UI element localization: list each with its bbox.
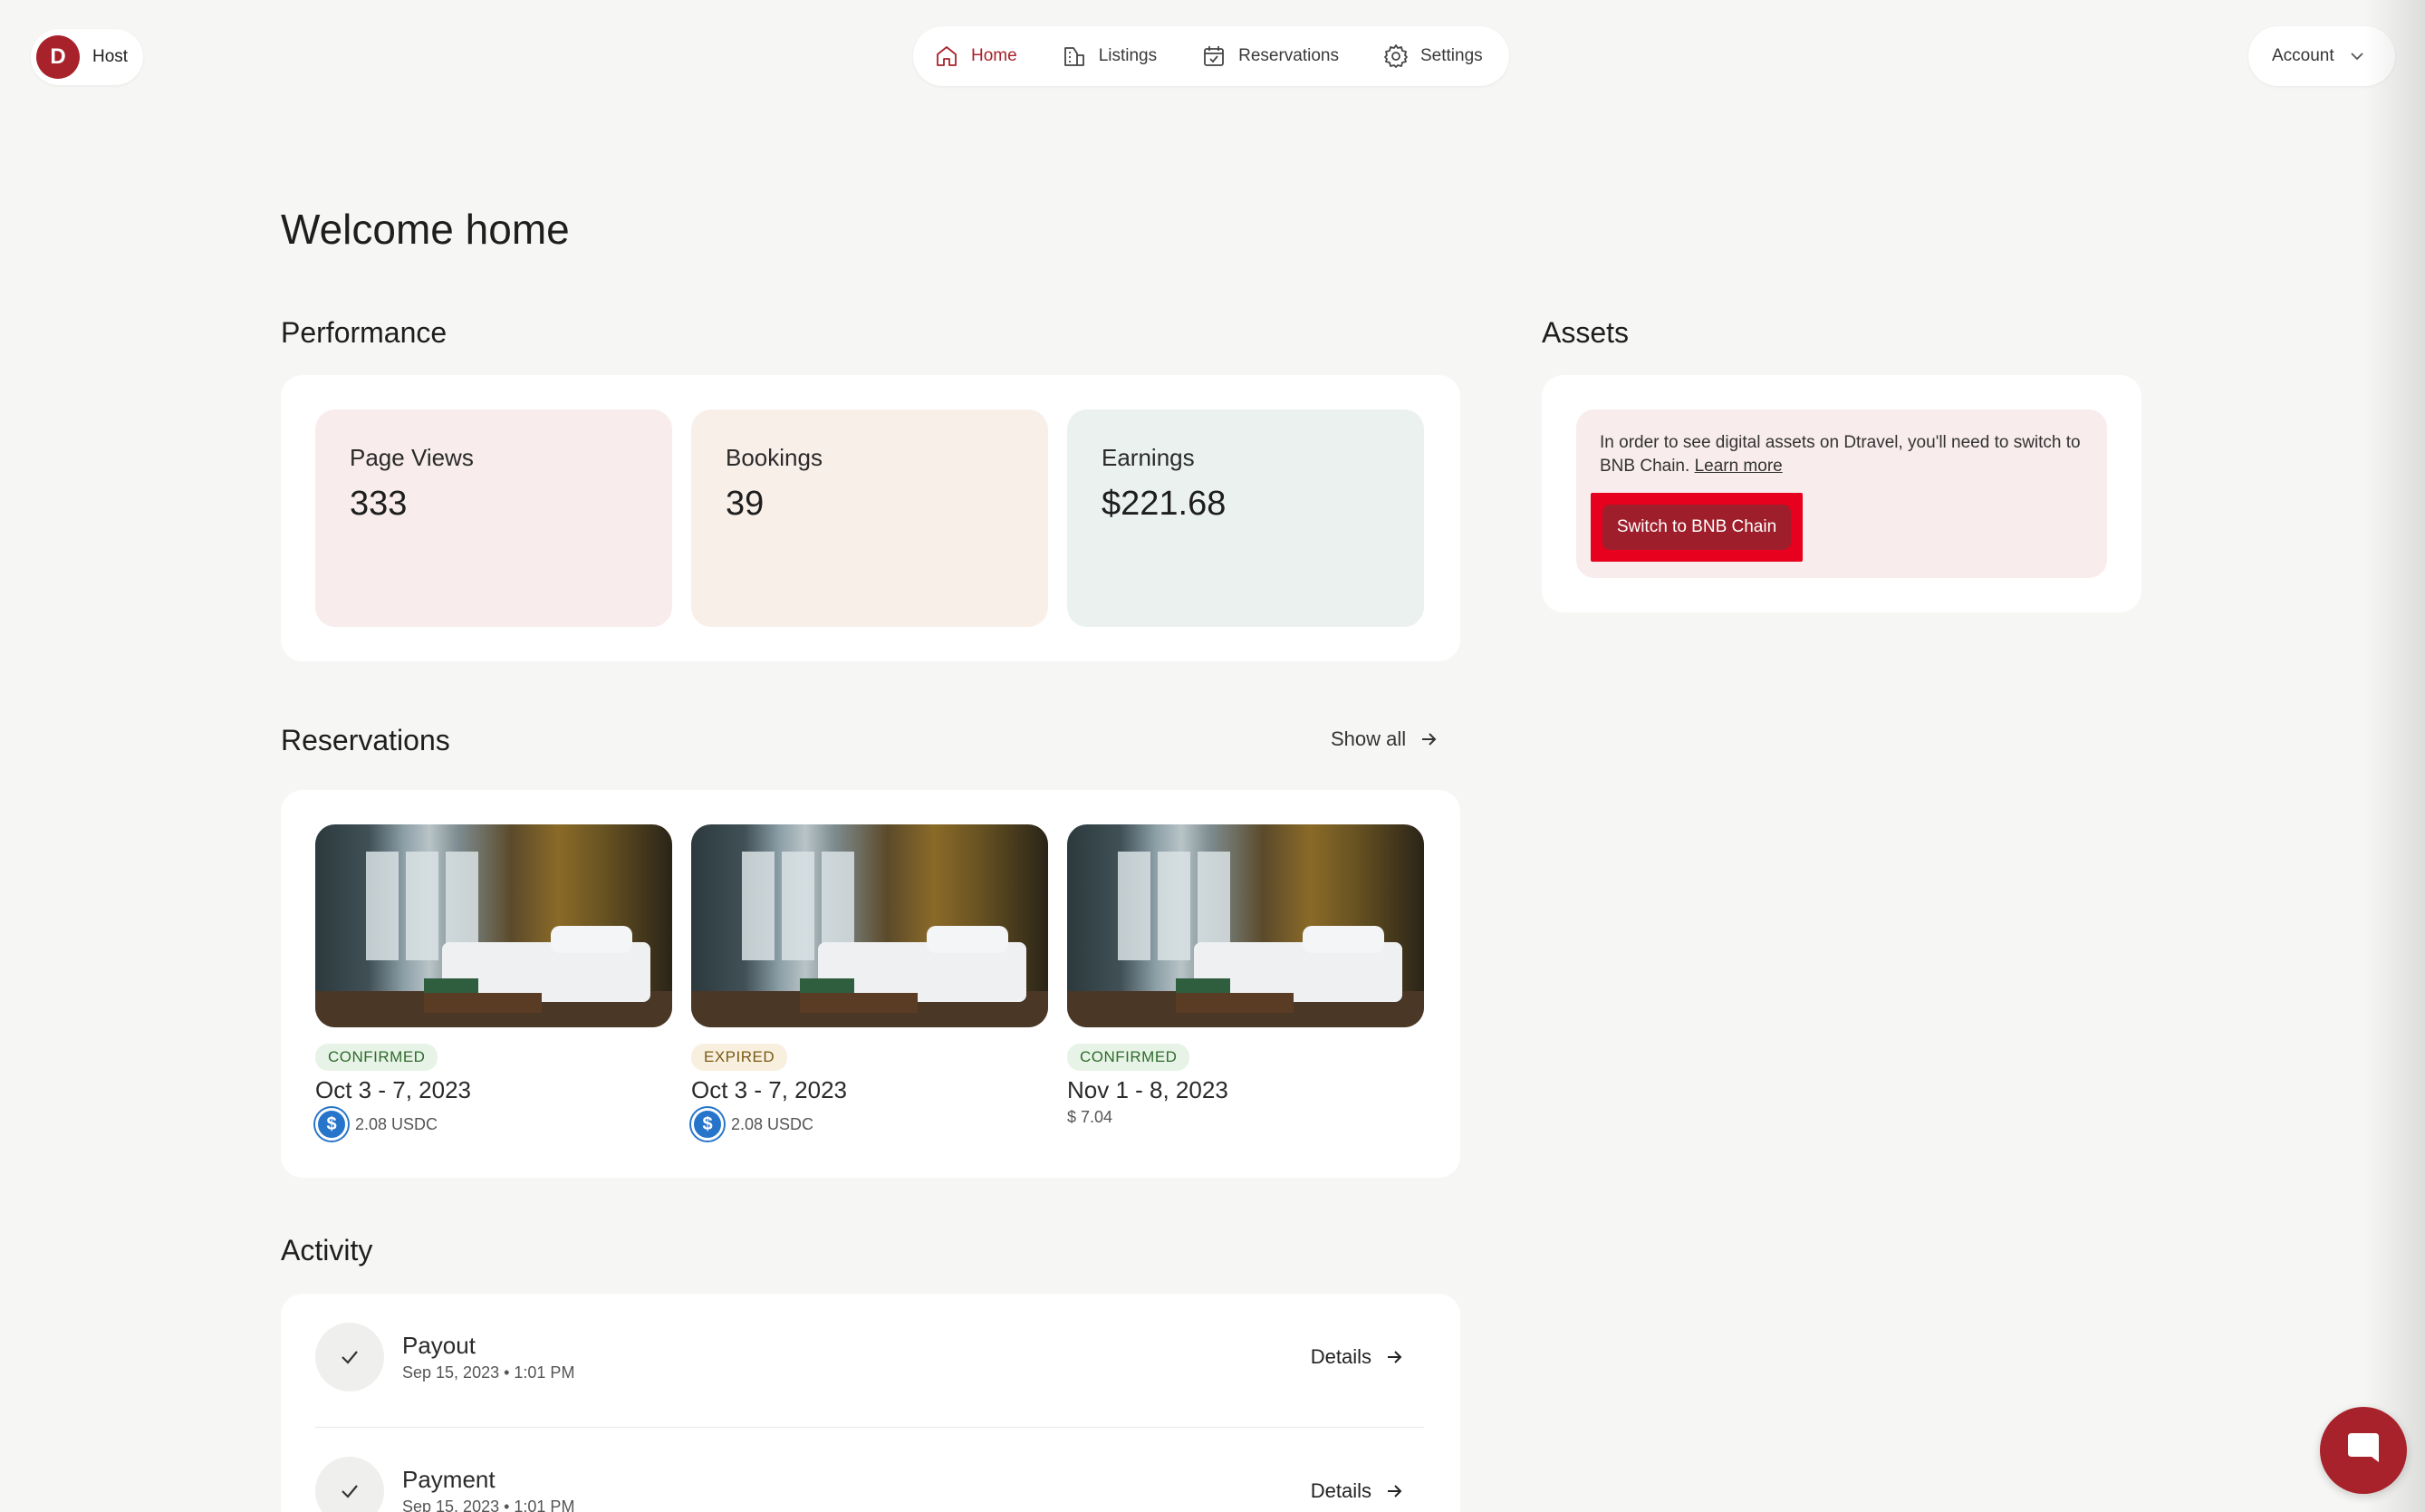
stat-value: $221.68 xyxy=(1102,485,1227,523)
chat-support-button[interactable] xyxy=(2320,1407,2407,1494)
stat-earnings: Earnings $221.68 xyxy=(1067,409,1424,627)
performance-card: Page Views 333 Bookings 39 Earnings $221… xyxy=(281,375,1460,661)
learn-more-link[interactable]: Learn more xyxy=(1695,457,1783,476)
arrow-right-icon xyxy=(1388,1351,1402,1363)
listing-photo xyxy=(691,824,1048,1027)
edge-shadow xyxy=(2364,0,2425,1512)
chat-bubble-icon xyxy=(2348,1433,2379,1462)
nav-item-reservations[interactable]: Reservations xyxy=(1200,43,1339,70)
stat-label: Bookings xyxy=(726,444,823,471)
details-button[interactable]: Details xyxy=(1311,1479,1404,1503)
status-badge: CONFIRMED xyxy=(315,1044,438,1071)
host-brand[interactable]: D Host xyxy=(31,29,143,85)
arrow-right-icon xyxy=(1388,1485,1402,1498)
page-title: Welcome home xyxy=(281,206,570,253)
nav-item-label: Settings xyxy=(1420,46,1483,65)
activity-row: Payout Sep 15, 2023 • 1:01 PM Details xyxy=(315,1294,1424,1421)
activity-title-text: Payout xyxy=(402,1332,476,1359)
assets-title: Assets xyxy=(1542,316,1630,349)
reservation-amount: $ 2.08 USDC xyxy=(691,1108,1048,1141)
status-badge: CONFIRMED xyxy=(1067,1044,1190,1071)
stat-value: 39 xyxy=(726,485,765,523)
performance-title: Performance xyxy=(281,316,447,349)
details-label: Details xyxy=(1310,1345,1371,1368)
checkmark-icon xyxy=(315,1457,384,1512)
reservations-card: CONFIRMED Oct 3 - 7, 2023 $ 2.08 USDC EX… xyxy=(281,790,1460,1178)
show-all-label: Show all xyxy=(1331,727,1407,750)
host-dashboard: D Host Home Listings Reservations Settin… xyxy=(0,0,2425,1512)
reservation-dates: Oct 3 - 7, 2023 xyxy=(691,1076,847,1103)
stat-label: Page Views xyxy=(350,444,474,471)
account-label: Account xyxy=(2272,46,2334,65)
activity-title-text: Payment xyxy=(402,1466,496,1493)
activity-title: Activity xyxy=(281,1234,373,1266)
gear-icon xyxy=(1384,44,1408,68)
reservation-dates: Oct 3 - 7, 2023 xyxy=(315,1076,471,1103)
account-menu[interactable]: Account xyxy=(2248,26,2395,86)
reservations-title: Reservations xyxy=(281,724,450,756)
stat-label: Earnings xyxy=(1102,444,1195,471)
nav-item-listings[interactable]: Listings xyxy=(1061,43,1157,70)
checkmark-icon xyxy=(315,1323,384,1392)
switch-to-bnb-chain-button[interactable]: Switch to BNB Chain xyxy=(1602,505,1791,550)
activity-time: Sep 15, 2023 • 1:01 PM xyxy=(402,1498,575,1512)
reservation-amount: $ 2.08 USDC xyxy=(315,1108,672,1141)
activity-time: Sep 15, 2023 • 1:01 PM xyxy=(402,1363,575,1382)
chevron-down-icon xyxy=(2351,53,2363,61)
listing-photo xyxy=(1067,824,1424,1027)
arrow-right-icon xyxy=(1422,733,1437,746)
activity-card: Payout Sep 15, 2023 • 1:01 PM Details Pa… xyxy=(281,1294,1460,1512)
amount-value: $ 7.04 xyxy=(1067,1108,1113,1126)
reservation-card[interactable]: CONFIRMED Oct 3 - 7, 2023 $ 2.08 USDC xyxy=(315,824,672,1141)
main-nav: Home Listings Reservations Settings xyxy=(913,26,1509,86)
assets-card: In order to see digital assets on Dtrave… xyxy=(1542,375,2141,612)
stat-bookings: Bookings 39 xyxy=(691,409,1048,627)
highlight-outline: Switch to BNB Chain xyxy=(1591,493,1803,562)
status-badge: EXPIRED xyxy=(691,1044,788,1071)
assets-notice-message: In order to see digital assets on Dtrave… xyxy=(1600,433,2081,476)
details-button[interactable]: Details xyxy=(1311,1345,1404,1369)
stat-value: 333 xyxy=(350,485,408,523)
reservation-amount: $ 7.04 xyxy=(1067,1108,1424,1127)
assets-notice-text: In order to see digital assets on Dtrave… xyxy=(1600,431,2083,478)
reservation-dates: Nov 1 - 8, 2023 xyxy=(1067,1076,1228,1103)
dtravel-logo: D xyxy=(36,35,80,79)
stat-page-views: Page Views 333 xyxy=(315,409,672,627)
amount-value: 2.08 USDC xyxy=(355,1114,438,1133)
show-all-link[interactable]: Show all xyxy=(1331,727,1439,751)
usdc-icon: $ xyxy=(315,1108,348,1141)
listing-photo xyxy=(315,824,672,1027)
building-icon xyxy=(1063,47,1084,66)
nav-item-label: Home xyxy=(971,46,1017,65)
reservation-card[interactable]: CONFIRMED Nov 1 - 8, 2023 $ 7.04 xyxy=(1067,824,1424,1127)
calendar-icon xyxy=(1204,46,1225,66)
usdc-icon: $ xyxy=(691,1108,724,1141)
reservation-card[interactable]: EXPIRED Oct 3 - 7, 2023 $ 2.08 USDC xyxy=(691,824,1048,1141)
amount-value: 2.08 USDC xyxy=(731,1114,814,1133)
nav-item-label: Reservations xyxy=(1238,46,1339,65)
nav-item-home[interactable]: Home xyxy=(933,43,1017,70)
brand-label: Host xyxy=(92,47,129,66)
assets-notice: In order to see digital assets on Dtrave… xyxy=(1576,409,2107,578)
home-icon xyxy=(937,46,957,66)
activity-row: Payment Sep 15, 2023 • 1:01 PM Details xyxy=(315,1428,1424,1512)
details-label: Details xyxy=(1310,1479,1371,1502)
nav-item-label: Listings xyxy=(1098,46,1158,65)
nav-item-settings[interactable]: Settings xyxy=(1382,43,1483,70)
